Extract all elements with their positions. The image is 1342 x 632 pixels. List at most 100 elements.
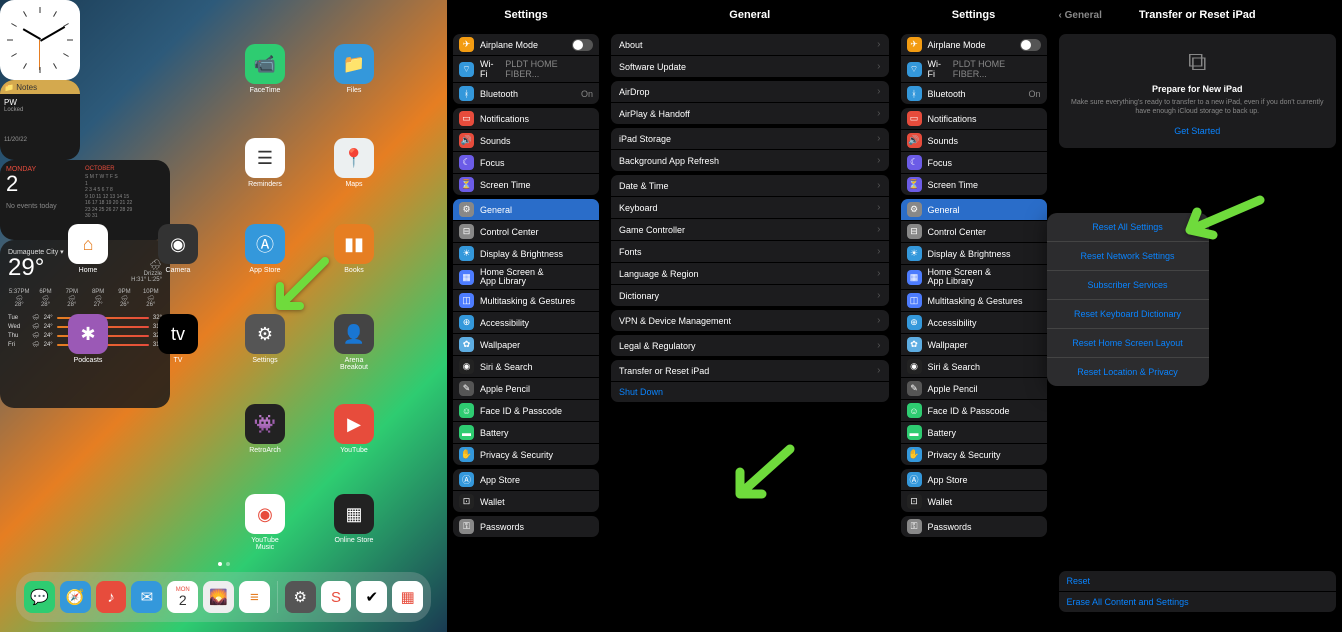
row-apple-pencil[interactable]: ✎Apple Pencil [453, 377, 599, 399]
app-maps[interactable]: 📍Maps [331, 138, 377, 188]
row-airdrop[interactable]: AirDrop› [611, 81, 889, 102]
row-focus[interactable]: ☾Focus [453, 151, 599, 173]
row-display[interactable]: ☀Display & Brightness [901, 242, 1047, 264]
row-wallpaper[interactable]: ✿Wallpaper [453, 333, 599, 355]
dock-app[interactable]: ⚙ [285, 581, 316, 613]
row-wallpaper[interactable]: ✿Wallpaper [901, 333, 1047, 355]
app-retroarch[interactable]: 👾RetroArch [242, 404, 288, 454]
row-notifications[interactable]: ▭Notifications [901, 108, 1047, 129]
row-airplane-mode[interactable]: ✈Airplane Mode [453, 34, 599, 55]
row-transfer-reset[interactable]: Transfer or Reset iPad› [611, 360, 889, 381]
dock-app[interactable]: ✔ [356, 581, 387, 613]
row-general[interactable]: ⚙General [453, 199, 599, 220]
app-youtube[interactable]: ▶YouTube [331, 404, 377, 454]
row-app-store[interactable]: ⒶApp Store [453, 469, 599, 490]
get-started-button[interactable]: Get Started [1067, 126, 1329, 136]
row-vpn[interactable]: VPN & Device Management› [611, 310, 889, 331]
app-files[interactable]: 📁Files [331, 44, 377, 94]
dock-app[interactable]: ✉ [131, 581, 162, 613]
row-sounds[interactable]: 🔊Sounds [453, 129, 599, 151]
app-youtube-music[interactable]: ◉YouTube Music [242, 494, 288, 551]
app-podcasts[interactable]: ✱Podcasts [65, 314, 111, 364]
row-airplay[interactable]: AirPlay & Handoff› [611, 102, 889, 124]
dock-app[interactable]: 💬 [24, 581, 55, 613]
row-about[interactable]: About› [611, 34, 889, 55]
row-screen-time[interactable]: ⏳Screen Time [453, 173, 599, 195]
row-bluetooth[interactable]: ᚼBluetoothOn [453, 82, 599, 104]
reset-option-subscriber-services[interactable]: Subscriber Services [1047, 271, 1209, 300]
dock-app[interactable]: ≡ [239, 581, 270, 613]
row-wifi[interactable]: ⌔Wi-Fi PLDT HOME FIBER... [453, 55, 599, 82]
row-faceid[interactable]: ☺Face ID & Passcode [453, 399, 599, 421]
row-date-time[interactable]: Date & Time› [611, 175, 889, 196]
row-battery[interactable]: ▬Battery [901, 421, 1047, 443]
app-online-store[interactable]: ▦Online Store [331, 494, 377, 544]
row-home-screen[interactable]: ▦Home Screen & App Library [901, 264, 1047, 289]
row-multitasking[interactable]: ◫Multitasking & Gestures [453, 289, 599, 311]
reset-option-reset-keyboard-dictionary[interactable]: Reset Keyboard Dictionary [1047, 300, 1209, 329]
row-software-update[interactable]: Software Update› [611, 55, 889, 77]
row-accessibility[interactable]: ⊕Accessibility [453, 311, 599, 333]
notes-widget[interactable]: 📁 Notes PWLocked11/20/22 [0, 80, 80, 160]
row-display[interactable]: ☀Display & Brightness [453, 242, 599, 264]
row-fonts[interactable]: Fonts› [611, 240, 889, 262]
row-siri[interactable]: ◉Siri & Search [901, 355, 1047, 377]
row-control-center[interactable]: ⊟Control Center [453, 220, 599, 242]
row-privacy[interactable]: ✋Privacy & Security [901, 443, 1047, 465]
row-airplane-mode[interactable]: ✈Airplane Mode [901, 34, 1047, 55]
dock-app[interactable]: ♪ [96, 581, 127, 613]
row-storage[interactable]: iPad Storage› [611, 128, 889, 149]
dock-app[interactable]: S [321, 581, 352, 613]
row-bluetooth[interactable]: ᚼBluetoothOn [901, 82, 1047, 104]
dock-app[interactable]: 🧭 [60, 581, 91, 613]
row-accessibility[interactable]: ⊕Accessibility [901, 311, 1047, 333]
row-passwords[interactable]: ⚿Passwords [453, 516, 599, 537]
row-passwords[interactable]: ⚿Passwords [901, 516, 1047, 537]
row-apple-pencil[interactable]: ✎Apple Pencil [901, 377, 1047, 399]
row-general[interactable]: ⚙General [901, 199, 1047, 220]
row-bg-refresh[interactable]: Background App Refresh› [611, 149, 889, 171]
row-screen-time[interactable]: ⏳Screen Time [901, 173, 1047, 195]
app-home[interactable]: ⌂Home [65, 224, 111, 274]
app-settings[interactable]: ⚙Settings [242, 314, 288, 364]
dock-app[interactable]: ▦ [392, 581, 423, 613]
reset-option-reset-location-&-privacy[interactable]: Reset Location & Privacy [1047, 358, 1209, 386]
row-siri[interactable]: ◉Siri & Search [453, 355, 599, 377]
row-wallet[interactable]: ⊡Wallet [453, 490, 599, 512]
row-reset[interactable]: Reset [1059, 571, 1337, 591]
page-dots[interactable] [218, 562, 230, 566]
row-keyboard[interactable]: Keyboard› [611, 196, 889, 218]
row-legal[interactable]: Legal & Regulatory› [611, 335, 889, 356]
row-shut-down[interactable]: Shut Down [611, 381, 889, 402]
app-tv[interactable]: tvTV [155, 314, 201, 364]
reset-option-reset-home-screen-layout[interactable]: Reset Home Screen Layout [1047, 329, 1209, 358]
app-app-store[interactable]: ⒶApp Store [242, 224, 288, 274]
row-dictionary[interactable]: Dictionary› [611, 284, 889, 306]
row-sounds[interactable]: 🔊Sounds [901, 129, 1047, 151]
app-books[interactable]: ▮▮Books [331, 224, 377, 274]
row-notifications[interactable]: ▭Notifications [453, 108, 599, 129]
airplane-switch[interactable] [572, 39, 593, 51]
row-home-screen[interactable]: ▦Home Screen & App Library [453, 264, 599, 289]
row-wallet[interactable]: ⊡Wallet [901, 490, 1047, 512]
row-privacy[interactable]: ✋Privacy & Security [453, 443, 599, 465]
app-camera[interactable]: ◉Camera [155, 224, 201, 274]
dock-app[interactable]: 🌄 [203, 581, 234, 613]
row-focus[interactable]: ☾Focus [901, 151, 1047, 173]
row-language-region[interactable]: Language & Region› [611, 262, 889, 284]
clock-widget[interactable] [0, 0, 80, 80]
back-button[interactable]: ‹ General [1059, 0, 1102, 30]
row-erase-all[interactable]: Erase All Content and Settings [1059, 591, 1337, 612]
row-game-controller[interactable]: Game Controller› [611, 218, 889, 240]
dock-app[interactable]: MON2 [167, 581, 198, 613]
app-arena-breakout[interactable]: 👤Arena Breakout [331, 314, 377, 371]
app-reminders[interactable]: ☰Reminders [242, 138, 288, 188]
row-faceid[interactable]: ☺Face ID & Passcode [901, 399, 1047, 421]
row-multitasking[interactable]: ◫Multitasking & Gestures [901, 289, 1047, 311]
row-control-center[interactable]: ⊟Control Center [901, 220, 1047, 242]
row-battery[interactable]: ▬Battery [453, 421, 599, 443]
reset-option-reset-network-settings[interactable]: Reset Network Settings [1047, 242, 1209, 271]
row-app-store[interactable]: ⒶApp Store [901, 469, 1047, 490]
row-wifi[interactable]: ⌔Wi-Fi PLDT HOME FIBER... [901, 55, 1047, 82]
app-facetime[interactable]: 📹FaceTime [242, 44, 288, 94]
